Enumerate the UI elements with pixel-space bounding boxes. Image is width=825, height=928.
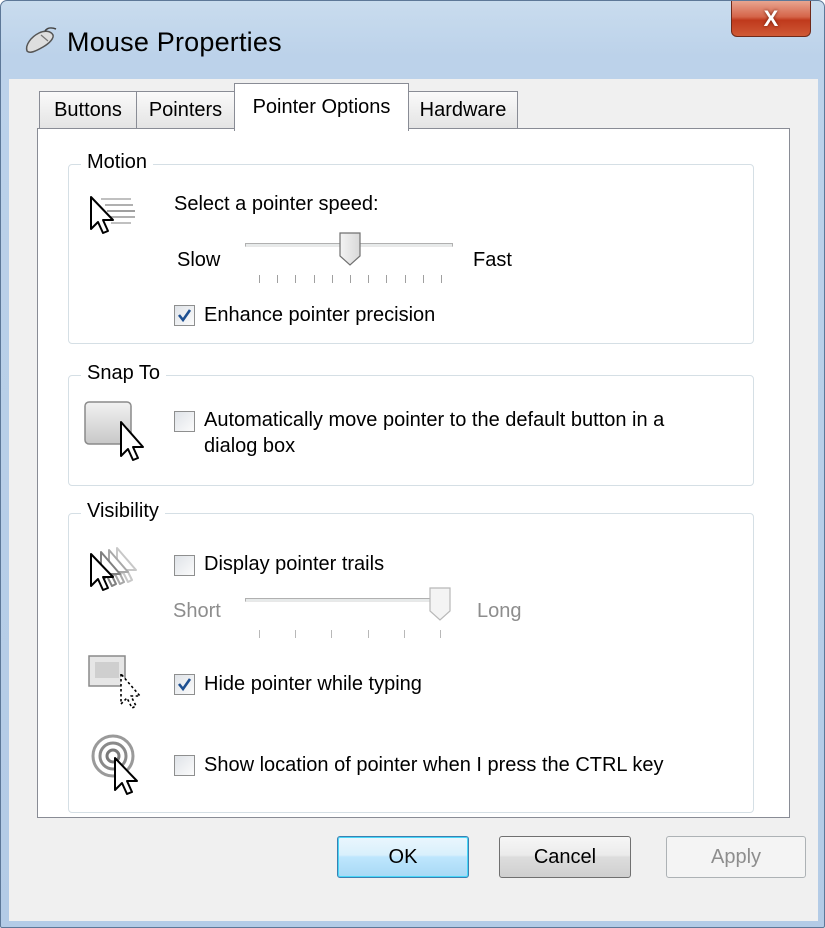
trail-length-ticks bbox=[259, 630, 441, 640]
slider-tick bbox=[368, 275, 369, 283]
hide-pointer-icon bbox=[88, 655, 141, 709]
pointer-speed-icon bbox=[90, 196, 135, 234]
slider-tick bbox=[440, 630, 441, 638]
tab-label: Pointer Options bbox=[252, 96, 391, 118]
cancel-button-label: Cancel bbox=[533, 845, 597, 868]
checkmark-icon bbox=[177, 309, 192, 323]
trail-length-slider-thumb[interactable] bbox=[429, 587, 451, 621]
slider-tick bbox=[405, 275, 406, 283]
tab-label: Buttons bbox=[54, 99, 122, 121]
apply-button[interactable]: Apply bbox=[666, 836, 806, 878]
slider-tick bbox=[331, 630, 332, 638]
pointer-trails-label: Display pointer trails bbox=[204, 553, 385, 575]
snap-to-label-line2: dialog box bbox=[204, 435, 296, 457]
visibility-group: Visibility Display pointer trails Short … bbox=[68, 500, 754, 813]
cancel-button[interactable]: Cancel bbox=[499, 836, 631, 878]
slider-tick bbox=[386, 275, 387, 283]
hide-pointer-checkbox[interactable] bbox=[174, 674, 195, 695]
long-label: Long bbox=[477, 600, 522, 622]
trail-length-track bbox=[245, 598, 443, 602]
tab-pointer-options[interactable]: Pointer Options bbox=[234, 83, 409, 131]
slow-label: Slow bbox=[177, 249, 221, 271]
pointer-speed-slider-thumb[interactable] bbox=[339, 232, 361, 266]
enhance-precision-label: Enhance pointer precision bbox=[204, 304, 436, 326]
close-icon: X bbox=[763, 5, 779, 31]
pointer-speed-label: Select a pointer speed: bbox=[174, 193, 379, 215]
slider-tick bbox=[277, 275, 278, 283]
mouse-icon bbox=[25, 27, 57, 53]
slider-tick bbox=[404, 630, 405, 638]
slider-tick bbox=[295, 630, 296, 638]
short-label: Short bbox=[173, 600, 221, 622]
fast-label: Fast bbox=[473, 249, 512, 271]
tab-hardware[interactable]: Hardware bbox=[408, 91, 518, 129]
motion-group: Motion Select a pointer speed: Slow Fast… bbox=[68, 151, 754, 344]
apply-button-label: Apply bbox=[710, 845, 762, 868]
slider-tick bbox=[259, 275, 260, 283]
tab-label: Pointers bbox=[148, 99, 223, 121]
motion-group-label: Motion bbox=[81, 151, 154, 174]
pointer-location-icon bbox=[91, 734, 138, 795]
snap-to-label-line1: Automatically move pointer to the defaul… bbox=[204, 409, 665, 431]
snap-to-group-label: Snap To bbox=[81, 362, 167, 385]
snap-to-checkbox[interactable] bbox=[174, 411, 195, 432]
slider-tick bbox=[314, 275, 315, 283]
slider-tick bbox=[441, 275, 442, 283]
tab-strip: Buttons Pointers Pointer Options Hardwar… bbox=[9, 79, 818, 131]
tab-label: Hardware bbox=[419, 99, 507, 121]
mouse-properties-window: Mouse Properties X Buttons Pointers Poin… bbox=[0, 0, 825, 928]
show-location-label: Show location of pointer when I press th… bbox=[204, 754, 664, 776]
slider-tick bbox=[423, 275, 424, 283]
dialog-client: Buttons Pointers Pointer Options Hardwar… bbox=[9, 79, 818, 921]
snap-to-icon bbox=[84, 401, 144, 461]
slider-tick bbox=[368, 630, 369, 638]
hide-pointer-label: Hide pointer while typing bbox=[204, 673, 422, 695]
checkmark-icon bbox=[177, 678, 192, 692]
slider-tick bbox=[295, 275, 296, 283]
ok-button-label: OK bbox=[388, 845, 418, 868]
slider-tick bbox=[350, 275, 351, 283]
tab-pointers[interactable]: Pointers bbox=[136, 91, 235, 129]
snap-to-group: Snap To Automatically move pointer to th… bbox=[68, 362, 754, 486]
close-button[interactable]: X bbox=[731, 1, 811, 37]
pointer-trails-checkbox[interactable] bbox=[174, 555, 195, 576]
slider-tick bbox=[259, 630, 260, 638]
pointer-trails-icon bbox=[90, 547, 137, 591]
window-title: Mouse Properties bbox=[67, 27, 282, 57]
enhance-precision-checkbox[interactable] bbox=[174, 305, 195, 326]
visibility-group-label: Visibility bbox=[81, 500, 165, 523]
show-location-checkbox[interactable] bbox=[174, 755, 195, 776]
tab-buttons[interactable]: Buttons bbox=[39, 91, 137, 129]
pointer-speed-ticks bbox=[259, 275, 442, 285]
slider-tick bbox=[332, 275, 333, 283]
pointer-options-panel: Motion Select a pointer speed: Slow Fast… bbox=[37, 128, 790, 818]
title-bar[interactable]: Mouse Properties X bbox=[1, 1, 824, 79]
ok-button[interactable]: OK bbox=[337, 836, 469, 878]
